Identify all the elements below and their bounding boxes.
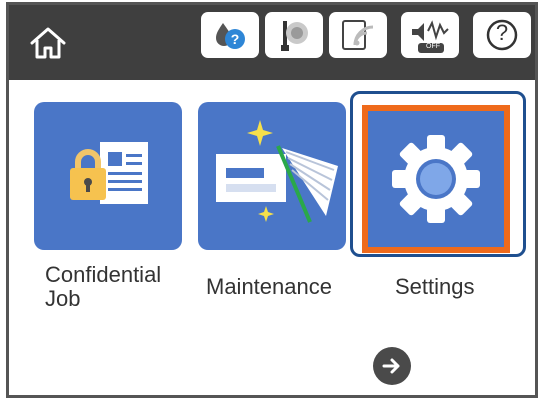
settings-tile[interactable]: [362, 105, 510, 253]
maintenance-tile[interactable]: [198, 102, 346, 250]
maintenance-label: Maintenance: [206, 274, 332, 299]
help-button[interactable]: ?: [473, 12, 531, 58]
network-status-button[interactable]: [265, 12, 323, 58]
arrow-right-icon: [382, 358, 400, 374]
wifi-direct-icon: [342, 20, 374, 50]
confidential-job-label-line1: Confidential: [45, 262, 162, 287]
wifi-direct-button[interactable]: [329, 12, 387, 58]
help-symbol: ?: [495, 20, 509, 45]
lock-document-icon: [70, 142, 148, 204]
quiet-mode-badge: OFF: [426, 43, 440, 50]
next-page-button[interactable]: [373, 347, 411, 385]
top-bar: ? OFF ?: [9, 5, 535, 80]
svg-text:?: ?: [231, 31, 240, 47]
home-icon: [30, 27, 66, 59]
home-button[interactable]: [19, 15, 77, 71]
quiet-mode-button[interactable]: OFF: [401, 12, 459, 58]
printer-panel: ? OFF ? Confidential Job Maintenance Set…: [6, 2, 538, 398]
printhead-cleaning-icon: [216, 120, 338, 223]
settings-label: Settings: [395, 274, 475, 299]
network-status-icon: [281, 21, 308, 51]
ink-status-icon: ?: [216, 23, 245, 49]
confidential-job-tile[interactable]: [34, 102, 182, 250]
ink-status-button[interactable]: ?: [201, 12, 259, 58]
confidential-job-label-line2: Job: [45, 286, 81, 311]
menu-tiles: [9, 80, 535, 280]
gear-icon: [392, 135, 480, 223]
